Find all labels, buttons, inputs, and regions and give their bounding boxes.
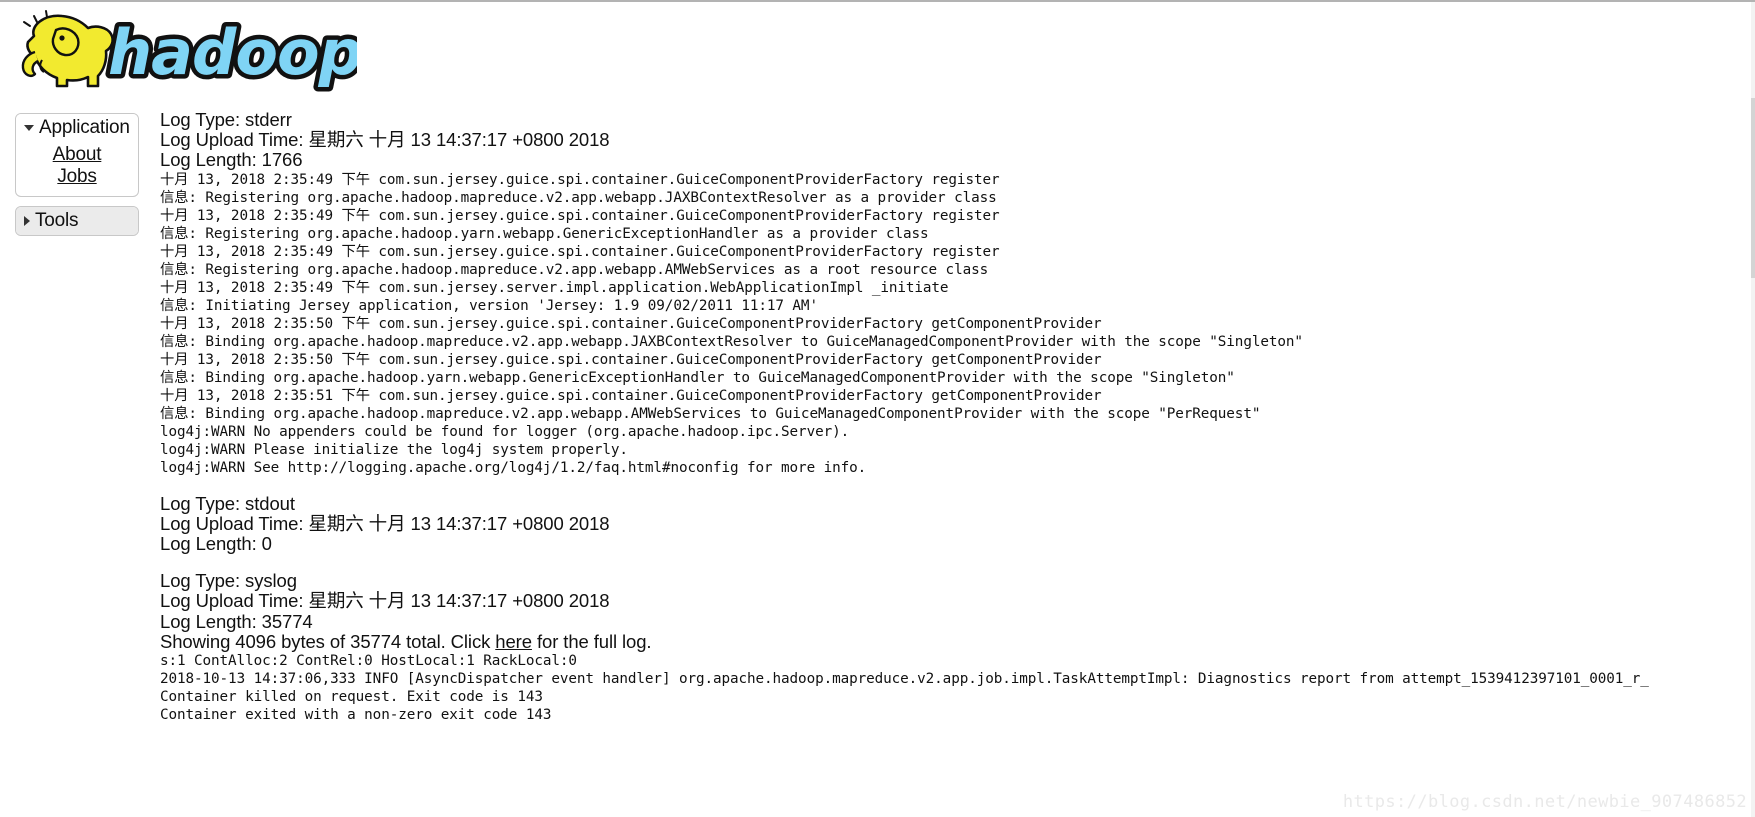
hadoop-logo-icon: hadoop hadoop bbox=[21, 10, 357, 94]
scrollbar-thumb[interactable] bbox=[1751, 98, 1755, 278]
log-content: Log Type: stderr Log Upload Time: 星期六 十月… bbox=[160, 109, 1755, 817]
log-line: s:1 ContAlloc:2 ContRel:0 HostLocal:1 Ra… bbox=[160, 653, 577, 670]
log-length-syslog: Log Length: 35774 bbox=[160, 610, 313, 632]
chevron-right-icon[interactable] bbox=[24, 215, 30, 226]
sidebar-link-jobs[interactable]: Jobs bbox=[16, 166, 138, 188]
log-line: 信息: Registering org.apache.hadoop.yarn.w… bbox=[160, 225, 929, 242]
log-line: 信息: Binding org.apache.hadoop.mapreduce.… bbox=[160, 333, 1303, 350]
log-line: 2018-10-13 14:37:06,333 INFO [AsyncDispa… bbox=[160, 671, 1649, 688]
log-section-syslog: Log Type: syslog Log Upload Time: 星期六 十月… bbox=[160, 571, 1755, 724]
sidebar-item-tools[interactable]: Tools bbox=[16, 206, 138, 235]
log-line: 十月 13, 2018 2:35:49 下午 com.sun.jersey.se… bbox=[160, 279, 949, 296]
log-line: 信息: Initiating Jersey application, versi… bbox=[160, 297, 818, 314]
sidebar: Application About Jobs Tools bbox=[15, 113, 139, 245]
log-line: 信息: Registering org.apache.hadoop.mapred… bbox=[160, 261, 989, 278]
application-links: About Jobs bbox=[16, 142, 138, 196]
log-section-stderr: Log Type: stderr Log Upload Time: 星期六 十月… bbox=[160, 109, 1755, 477]
svg-text:hadoop: hadoop bbox=[108, 16, 357, 89]
log-line: Container killed on request. Exit code i… bbox=[160, 689, 543, 706]
log-length-stdout: Log Length: 0 bbox=[160, 533, 272, 555]
log-upload-time-stderr: Log Upload Time: 星期六 十月 13 14:37:17 +080… bbox=[160, 129, 610, 151]
log-body-syslog: s:1 ContAlloc:2 ContRel:0 HostLocal:1 Ra… bbox=[160, 652, 1755, 724]
log-type-syslog: Log Type: syslog bbox=[160, 570, 297, 592]
log-line: log4j:WARN See http://logging.apache.org… bbox=[160, 459, 867, 476]
log-type-stdout: Log Type: stdout bbox=[160, 492, 295, 514]
log-body-stderr: 十月 13, 2018 2:35:49 下午 com.sun.jersey.gu… bbox=[160, 171, 1755, 477]
log-upload-time-stdout: Log Upload Time: 星期六 十月 13 14:37:17 +080… bbox=[160, 512, 610, 534]
log-line: 十月 13, 2018 2:35:50 下午 com.sun.jersey.gu… bbox=[160, 351, 1102, 368]
log-type-stderr: Log Type: stderr bbox=[160, 109, 292, 130]
showing-bytes-line: Showing 4096 bytes of 35774 total. Click… bbox=[160, 630, 1755, 652]
nav-block-tools: Tools bbox=[15, 205, 139, 236]
nav-block-application: Application About Jobs bbox=[15, 113, 139, 197]
showing-prefix: Showing 4096 bytes of 35774 total. Click bbox=[160, 630, 496, 652]
log-length-stderr: Log Length: 1766 bbox=[160, 149, 303, 171]
log-section-stdout: Log Type: stdout Log Upload Time: 星期六 十月… bbox=[160, 492, 1755, 555]
log-line: 十月 13, 2018 2:35:50 下午 com.sun.jersey.gu… bbox=[160, 315, 1102, 332]
sidebar-link-about[interactable]: About bbox=[16, 144, 138, 166]
sidebar-item-tools-label: Tools bbox=[35, 209, 79, 231]
hadoop-logo-area: hadoop hadoop bbox=[12, 8, 392, 98]
log-line: log4j:WARN Please initialize the log4j s… bbox=[160, 441, 628, 458]
log-line: 信息: Registering org.apache.hadoop.mapred… bbox=[160, 189, 997, 206]
chevron-down-icon[interactable] bbox=[24, 125, 34, 131]
full-log-link[interactable]: here bbox=[495, 631, 532, 652]
scrollbar-track[interactable] bbox=[1751, 2, 1755, 817]
log-line: 十月 13, 2018 2:35:49 下午 com.sun.jersey.gu… bbox=[160, 207, 1000, 224]
log-line: Container exited with a non-zero exit co… bbox=[160, 707, 552, 724]
sidebar-item-application-label: Application bbox=[39, 117, 130, 138]
log-line: 十月 13, 2018 2:35:49 下午 com.sun.jersey.gu… bbox=[160, 243, 1000, 260]
sidebar-item-application[interactable]: Application bbox=[16, 114, 138, 142]
log-line: 信息: Binding org.apache.hadoop.mapreduce.… bbox=[160, 405, 1261, 422]
log-line: 信息: Binding org.apache.hadoop.yarn.webap… bbox=[160, 369, 1235, 386]
log-line: 十月 13, 2018 2:35:51 下午 com.sun.jersey.gu… bbox=[160, 387, 1102, 404]
log-line: 十月 13, 2018 2:35:49 下午 com.sun.jersey.gu… bbox=[160, 171, 1000, 188]
log-line: log4j:WARN No appenders could be found f… bbox=[160, 423, 850, 440]
watermark-text: https://blog.csdn.net/newbie_907486852 bbox=[1342, 792, 1747, 812]
page-root: hadoop hadoop Application About Jobs Too… bbox=[0, 0, 1755, 817]
showing-suffix: for the full log. bbox=[531, 630, 652, 652]
log-upload-time-syslog: Log Upload Time: 星期六 十月 13 14:37:17 +080… bbox=[160, 590, 610, 612]
